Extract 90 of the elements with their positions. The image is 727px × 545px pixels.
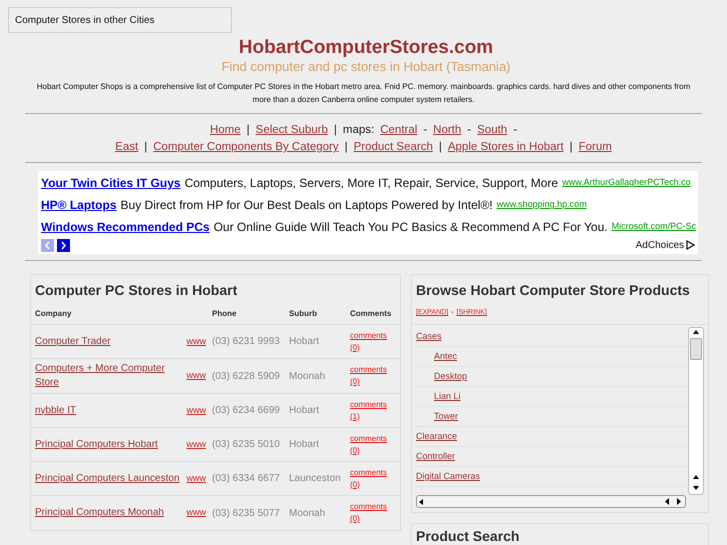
comments-link[interactable]: comments (0) [350,364,396,388]
company-link[interactable]: Principal Computers Launceston [35,472,180,486]
company-link[interactable]: Computer Trader [35,334,180,348]
up-arrow-icon [692,473,700,481]
ad-title-link[interactable]: Windows Recommended PCs [41,218,210,236]
comments-link[interactable]: comments (1) [350,398,396,422]
suburb-cell-text: Launceston [289,472,342,486]
play-triangle-icon [686,240,695,250]
ad-text: Buy Direct from HP for Our Best Deals on Laptops Powered by Intel®! [120,197,493,214]
tree-item-link[interactable]: Clearance [416,430,458,444]
ad-text: Our Online Guide Will Teach You PC Basics & Recommend A PC For You. [214,219,608,236]
column-header: Comments [350,308,392,320]
nav-link[interactable]: East [115,141,138,153]
nav-separator: | [570,141,573,153]
panel-title: Browse Hobart Computer Store Products [415,281,691,300]
tree-item-link[interactable]: Antec [434,350,458,364]
tree-item-link[interactable]: Lian Li [434,390,461,404]
horizontal-scrollbar[interactable] [416,495,686,508]
nav-separator: | [438,141,442,153]
next-ad-button[interactable] [57,238,70,252]
down-arrow-icon [692,484,700,492]
left-arrow-icon [417,498,425,506]
nav-link[interactable]: Product Search [354,141,433,153]
company-link[interactable]: Computers + More Computer Store [35,362,180,390]
other-cities-box[interactable]: Computer Stores in other Cities [8,7,232,33]
suburb-cell-text: Hobart [289,404,320,418]
tree-item-link[interactable]: Controller [416,450,456,464]
tree-item-link[interactable]: Cases [416,330,442,344]
chevron-right-icon [60,240,67,250]
suburb-cell-text: Moonah [289,506,326,520]
ad-title-link[interactable]: HP® Laptops [41,196,117,214]
nav-link[interactable]: South [477,124,508,136]
nav-link[interactable]: Forum [578,141,612,153]
panel-title: Product Search [416,527,520,545]
nav-separator: | [344,141,348,153]
nav-link[interactable]: Home [210,124,241,136]
company-link[interactable]: Principal Computers Hobart [35,438,180,452]
intro-text: Hobart Computer Shops is a comprehensive list of Computer PC Stores in the Hobart metro area. Fnid PC. memory. mainboards. graphics cards. hard dives and other components from more than a dozen Canberra online computer system retailers. [36,81,692,106]
comments-link[interactable]: comments (0) [350,330,396,354]
website-link[interactable]: www [180,472,212,486]
nav-separator: - [513,124,518,136]
suburb-cell-text: Hobart [289,335,320,349]
company-link[interactable]: nybble IT [35,404,180,418]
column-header: Company [35,308,72,320]
nav-separator: - [467,124,472,136]
nav-separator: | [334,124,337,136]
ad-url-link[interactable]: www.ArthurGallagherPCTech.co [562,176,691,190]
phone-cell-text: (03) 6234 6699 [212,404,281,418]
comments-link[interactable]: comments (0) [350,466,396,490]
ad-url-link[interactable]: www.shopping.hp.com [496,198,587,212]
phone-cell-text: (03) 6334 6677 [212,472,281,486]
site-title: HobartComputerStores.com [238,37,494,59]
website-link[interactable]: www [180,334,212,348]
panel-title: Computer PC Stores in Hobart [34,281,238,300]
nav-link[interactable]: Apple Stores in Hobart [448,141,564,153]
up-arrow-icon [692,328,700,336]
website-link[interactable]: www [180,369,212,383]
suburb-cell-text: Hobart [289,438,320,452]
website-link[interactable]: www [180,438,212,452]
phone-cell-text: (03) 6235 5077 [212,506,281,520]
comments-link[interactable]: comments (0) [350,432,396,456]
ad-title-link[interactable]: Your Twin Cities IT Guys [41,174,181,192]
website-link[interactable]: www [180,404,212,418]
nav-separator: | [246,124,250,136]
nav-link[interactable]: Select Suburb [256,124,328,136]
phone-cell-text: (03) 6228 5909 [212,370,281,384]
nav-link[interactable]: Central [380,124,418,136]
scrollbar-thumb[interactable] [690,338,702,360]
comments-link[interactable]: comments (0) [350,501,396,525]
ad-text: Computers, Laptops, Servers, More IT, Repair, Service, Support, More [184,175,558,192]
tree-item-link[interactable]: Tower [434,410,458,424]
adchoices-label[interactable]: AdChoices [636,238,684,252]
nav-separator: | [144,141,148,153]
column-header: Suburb [289,308,318,320]
nav-link[interactable]: North [433,124,462,136]
phone-cell-text: (03) 6235 5010 [212,438,281,452]
tree-item-link[interactable]: Digital Cameras [416,470,480,484]
website-link[interactable]: www [180,506,212,520]
tree-item-link[interactable]: Desktop [434,370,468,384]
tagline: Find computer and pc stores in Hobart (Tasmania) [220,59,512,74]
maps-label: maps: [342,124,374,136]
nav-link[interactable]: Computer Components By Category [153,141,339,153]
ad-url-link[interactable]: Microsoft.com/PC-Sc [612,220,696,234]
vertical-scrollbar[interactable] [688,327,704,495]
column-header: Phone [212,308,238,320]
chevron-left-icon [44,240,51,250]
nav-separator: - [423,124,428,136]
phone-cell-text: (03) 6231 9993 [212,335,281,349]
company-link[interactable]: Principal Computers Moonah [35,506,180,520]
suburb-cell-text: Moonah [289,370,326,384]
